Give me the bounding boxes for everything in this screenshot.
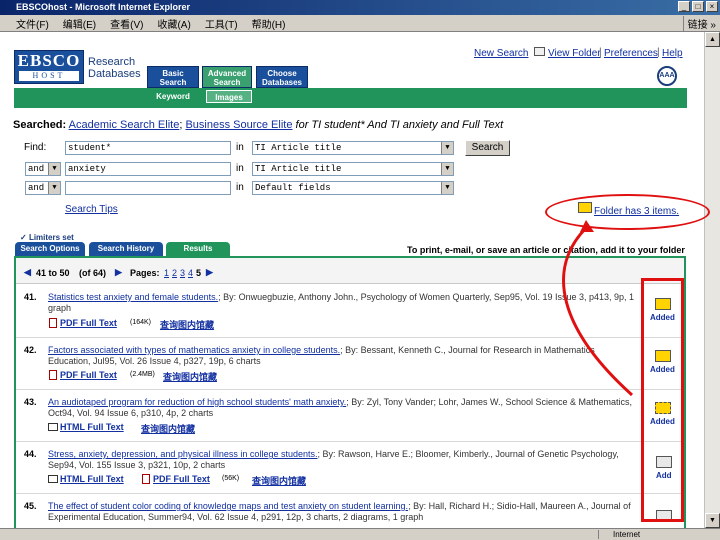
status-bar: Internet bbox=[0, 528, 720, 540]
internet-zone: Internet bbox=[598, 530, 640, 539]
annotation-arrow bbox=[562, 220, 634, 397]
